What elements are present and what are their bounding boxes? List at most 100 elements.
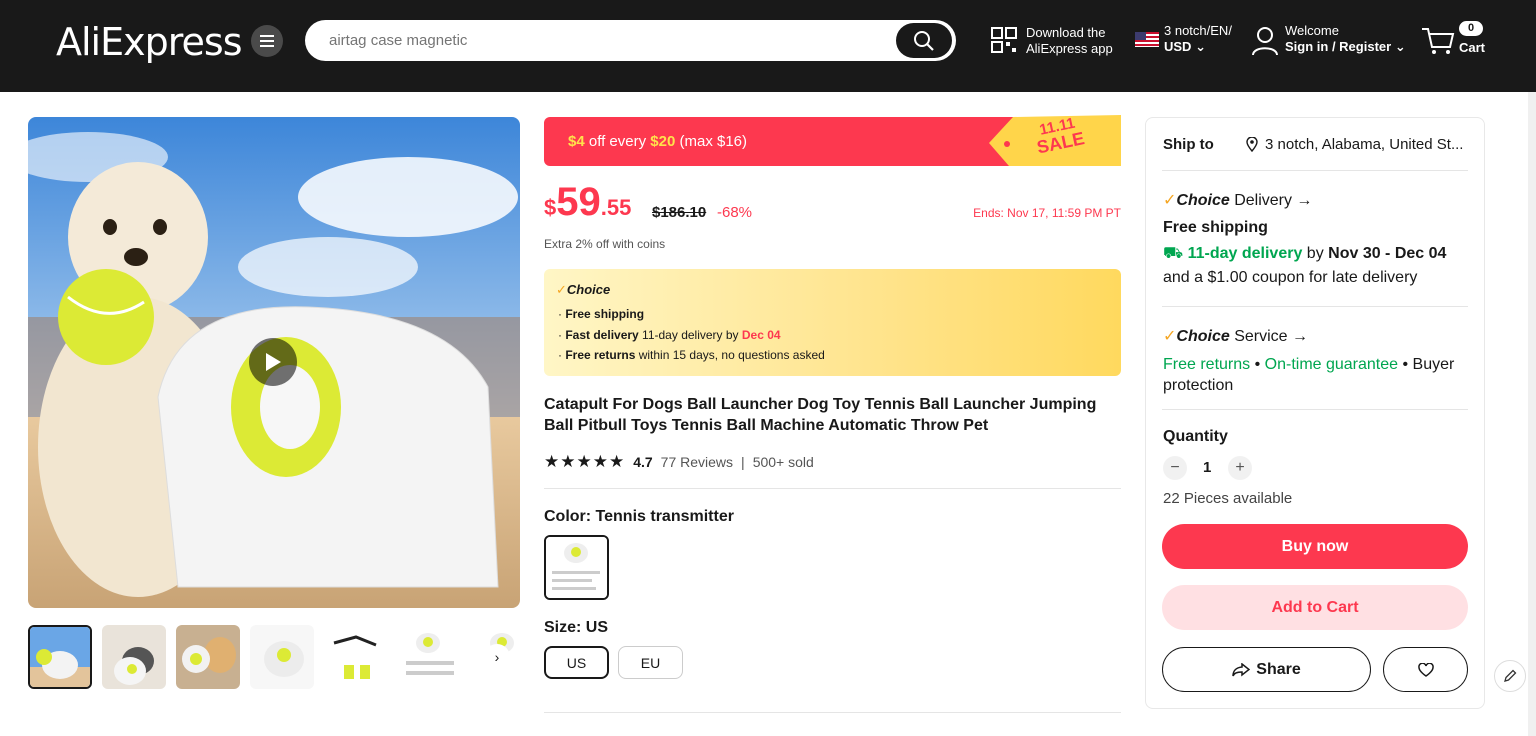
plus-icon: + xyxy=(1235,459,1245,476)
benefit-delivery-label: Fast delivery xyxy=(565,328,639,342)
choice-logo-text: Choice xyxy=(566,282,611,297)
divider xyxy=(1162,306,1468,307)
delivery-dates: Nov 30 - Dec 04 xyxy=(1328,245,1447,262)
original-price: $186.10 xyxy=(652,204,707,221)
search-bar xyxy=(305,20,956,61)
divider xyxy=(544,488,1121,489)
search-button[interactable] xyxy=(896,23,952,58)
benefit-shipping-label: Free shipping xyxy=(565,307,645,321)
chevron-right-icon: › xyxy=(494,649,500,665)
size-option-eu[interactable]: EU xyxy=(618,646,683,679)
download-app-link[interactable]: Download the AliExpress app xyxy=(1026,25,1113,57)
divider xyxy=(544,712,1121,713)
chevron-down-icon: ⌄ xyxy=(1195,39,1206,54)
main-product-image[interactable] xyxy=(28,117,520,608)
choice-logo: ✓Choice xyxy=(556,282,610,298)
check-icon: ✓ xyxy=(1163,192,1177,209)
quantity-decrease-button[interactable]: − xyxy=(1163,456,1187,480)
download-line2: AliExpress app xyxy=(1026,41,1113,56)
play-video-button[interactable] xyxy=(249,338,297,386)
add-to-cart-button[interactable]: Add to Cart xyxy=(1162,585,1468,630)
cart-icon[interactable] xyxy=(1421,26,1455,56)
choice-delivery-logo: Choice xyxy=(1176,192,1230,209)
ship-to-label: Ship to xyxy=(1163,136,1214,153)
search-input[interactable] xyxy=(329,20,889,61)
ontime-guarantee-text: On-time guarantee xyxy=(1264,356,1399,373)
choice-benefits-box[interactable]: ✓Choice · Free shipping · Fast delivery … xyxy=(544,269,1121,376)
welcome-text: Welcome xyxy=(1285,23,1339,38)
thumbnail[interactable] xyxy=(398,625,462,689)
benefit-returns-label: Free returns xyxy=(565,348,636,362)
feedback-button[interactable] xyxy=(1494,660,1526,692)
ship-to-address[interactable]: 3 notch, Alabama, United St... xyxy=(1265,136,1463,153)
account-menu[interactable]: Welcome Sign in / Register ⌄ xyxy=(1285,23,1406,55)
bullet-separator: • xyxy=(1250,356,1265,373)
choice-delivery-label: Delivery → xyxy=(1229,192,1313,209)
quantity-increase-button[interactable]: + xyxy=(1228,456,1252,480)
choice-benefit-shipping: · Free shipping xyxy=(558,307,645,321)
buy-now-button[interactable]: Buy now xyxy=(1162,524,1468,569)
delivery-estimate: ⛟ 11-day delivery by Nov 30 - Dec 04 xyxy=(1163,244,1446,264)
free-returns-text: Free returns xyxy=(1163,356,1251,373)
promo-text: $4 off every $20 (max $16) xyxy=(568,133,747,150)
product-title: Catapult For Dogs Ball Launcher Dog Toy … xyxy=(544,396,1097,434)
current-price: $59.55 xyxy=(544,180,631,225)
user-icon[interactable] xyxy=(1251,26,1279,56)
share-icon xyxy=(1232,662,1251,677)
choice-benefit-delivery: · Fast delivery 11-day delivery by Dec 0… xyxy=(558,328,781,342)
thumbnail[interactable] xyxy=(102,625,166,689)
size-label: Size: US xyxy=(544,619,609,636)
thumbnail-next-button[interactable]: › xyxy=(484,644,510,670)
color-label: Color: Tennis transmitter xyxy=(544,508,734,525)
size-option-us[interactable]: US xyxy=(544,646,609,679)
quantity-value[interactable]: 1 xyxy=(1203,459,1211,476)
choice-service-link[interactable]: ✓Choice Service → xyxy=(1163,326,1308,346)
benefit-delivery-date: Dec 04 xyxy=(741,328,781,342)
wishlist-button[interactable] xyxy=(1383,647,1468,692)
chevron-down-icon: ⌄ xyxy=(1394,39,1406,54)
promo-text-part2: (max $16) xyxy=(675,133,748,150)
rating-value: 4.7 xyxy=(633,454,653,470)
coins-discount: Extra 2% off with coins xyxy=(544,237,666,251)
cart-label[interactable]: Cart xyxy=(1459,40,1485,56)
color-option-tennis-transmitter[interactable] xyxy=(544,535,609,600)
benefit-returns-text: within 15 days, no questions asked xyxy=(635,348,825,362)
free-shipping-text: Free shipping xyxy=(1163,219,1268,236)
location-pin-icon xyxy=(1246,137,1258,152)
thumbnail[interactable] xyxy=(250,625,314,689)
play-icon xyxy=(266,353,281,371)
promo-banner[interactable]: $4 off every $20 (max $16) 11.11 SALE xyxy=(544,115,1121,166)
truck-icon: ⛟ xyxy=(1163,245,1184,262)
pieces-available: 22 Pieces available xyxy=(1163,490,1293,507)
share-button[interactable]: Share xyxy=(1162,647,1371,692)
reviews-link[interactable]: 77 Reviews xyxy=(661,454,733,470)
late-delivery-coupon: and a $1.00 coupon for late delivery xyxy=(1163,269,1418,286)
choice-delivery-link[interactable]: ✓Choice Delivery → xyxy=(1163,190,1312,210)
price-whole: 59 xyxy=(556,180,601,224)
sold-count: 500+ sold xyxy=(752,454,814,470)
thumbnail[interactable] xyxy=(324,625,388,689)
locale-selector[interactable]: 3 notch/EN/ USD ⌄ xyxy=(1164,23,1232,55)
thumbnail-strip xyxy=(28,625,520,691)
aliexpress-logo[interactable]: AliExpress xyxy=(56,20,242,64)
check-icon: ✓ xyxy=(556,282,567,297)
check-icon: ✓ xyxy=(1163,328,1177,345)
choice-service-label: Service → xyxy=(1229,328,1308,345)
signin-link[interactable]: Sign in / Register xyxy=(1285,39,1391,54)
heart-icon xyxy=(1417,662,1434,677)
thumbnail[interactable] xyxy=(176,625,240,689)
hamburger-icon xyxy=(260,35,274,47)
pencil-icon xyxy=(1504,669,1517,682)
delivery-by: by xyxy=(1302,245,1329,262)
menu-button[interactable] xyxy=(251,25,283,57)
sale-end-time: Ends: Nov 17, 11:59 PM PT xyxy=(973,206,1121,220)
us-flag-icon xyxy=(1135,32,1159,47)
locale-line1: 3 notch/EN/ xyxy=(1164,23,1232,38)
divider xyxy=(1162,409,1468,410)
promo-threshold: $20 xyxy=(650,133,676,150)
thumbnail[interactable] xyxy=(28,625,92,689)
qr-code-icon[interactable] xyxy=(991,27,1017,53)
top-header: AliExpress Download the AliExpress app 3… xyxy=(0,0,1536,92)
choice-benefit-returns: · Free returns within 15 days, no questi… xyxy=(558,348,825,362)
page-scrollbar[interactable] xyxy=(1528,92,1536,736)
